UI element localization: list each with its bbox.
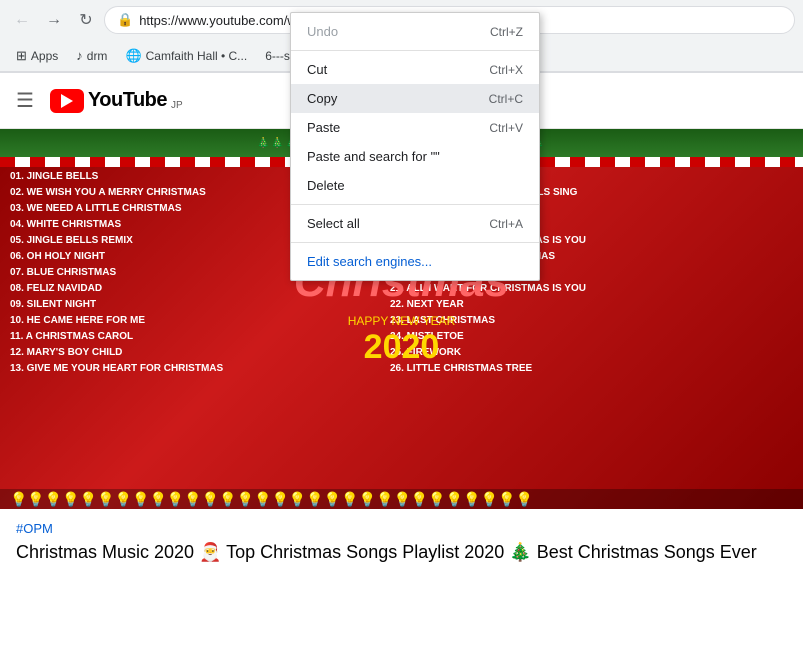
youtube-logo-text: YouTube	[88, 89, 167, 112]
context-menu-divider-2	[291, 204, 539, 205]
context-menu: Undo Ctrl+Z Cut Ctrl+X Copy Ctrl+C Paste…	[290, 12, 540, 281]
video-info: #OPM Christmas Music 2020 🎅 Top Christma…	[0, 509, 803, 577]
bookmark-drm[interactable]: ♪ drm	[68, 44, 115, 67]
bookmark-apps-label: Apps	[31, 49, 58, 63]
context-menu-copy[interactable]: Copy Ctrl+C	[291, 84, 539, 113]
lock-icon: 🔒	[117, 12, 133, 28]
track-05: 05. JINGLE BELLS REMIX	[10, 233, 223, 249]
back-button[interactable]: ←	[8, 6, 36, 34]
select-all-label: Select all	[307, 216, 360, 231]
track-12: 12. MARY'S BOY CHILD	[10, 345, 223, 361]
track-03: 03. WE NEED A LITTLE CHRISTMAS	[10, 201, 223, 217]
paste-label: Paste	[307, 120, 340, 135]
bookmark-camfaith[interactable]: 🌐 Camfaith Hall • C...	[117, 44, 255, 68]
bookmark-drm-label: drm	[87, 49, 108, 63]
copy-label: Copy	[307, 91, 337, 106]
undo-shortcut: Ctrl+Z	[490, 25, 523, 39]
forward-button[interactable]: →	[40, 6, 68, 34]
copy-shortcut: Ctrl+C	[489, 92, 523, 106]
video-title: Christmas Music 2020 🎅 Top Christmas Son…	[16, 540, 787, 565]
track-07: 07. BLUE CHRISTMAS	[10, 265, 223, 281]
track-06: 06. OH HOLY NIGHT	[10, 249, 223, 265]
youtube-logo-icon	[50, 89, 84, 113]
undo-label: Undo	[307, 24, 338, 39]
context-menu-edit-search[interactable]: Edit search engines...	[291, 247, 539, 276]
select-all-shortcut: Ctrl+A	[489, 217, 523, 231]
music-icon: ♪	[76, 48, 83, 63]
edit-search-label: Edit search engines...	[307, 254, 432, 269]
track-02: 02. WE WISH YOU A MERRY CHRISTMAS	[10, 185, 223, 201]
bookmark-apps[interactable]: ⊞ Apps	[8, 44, 66, 68]
context-menu-divider-1	[291, 50, 539, 51]
track-list-left: 01. JINGLE BELLS 02. WE WISH YOU A MERRY…	[10, 169, 223, 377]
context-menu-divider-3	[291, 242, 539, 243]
context-menu-delete[interactable]: Delete	[291, 171, 539, 200]
bookmark-camfaith-label: Camfaith Hall • C...	[146, 49, 248, 63]
paste-shortcut: Ctrl+V	[489, 121, 523, 135]
track-13: 13. GIVE ME YOUR HEART FOR CHRISTMAS	[10, 361, 223, 377]
cut-label: Cut	[307, 62, 327, 77]
video-tag[interactable]: #OPM	[16, 521, 787, 536]
track-09: 09. SILENT NIGHT	[10, 297, 223, 313]
context-menu-paste[interactable]: Paste Ctrl+V	[291, 113, 539, 142]
youtube-logo[interactable]: YouTube JP	[50, 89, 183, 113]
context-menu-select-all[interactable]: Select all Ctrl+A	[291, 209, 539, 238]
delete-label: Delete	[307, 178, 345, 193]
cut-shortcut: Ctrl+X	[489, 63, 523, 77]
context-menu-paste-search[interactable]: Paste and search for ""	[291, 142, 539, 171]
apps-icon: ⊞	[16, 48, 27, 64]
context-menu-cut[interactable]: Cut Ctrl+X	[291, 55, 539, 84]
track-01: 01. JINGLE BELLS	[10, 169, 223, 185]
context-menu-undo[interactable]: Undo Ctrl+Z	[291, 17, 539, 46]
globe-icon-camfaith: 🌐	[125, 48, 141, 64]
reload-button[interactable]: ↻	[72, 6, 100, 34]
track-04: 04. WHITE CHRISTMAS	[10, 217, 223, 233]
menu-icon[interactable]: ☰	[16, 88, 34, 113]
track-10: 10. HE CAME HERE FOR ME	[10, 313, 223, 329]
youtube-logo-suffix: JP	[171, 100, 183, 111]
track-11: 11. A CHRISTMAS CAROL	[10, 329, 223, 345]
track-08: 08. FELIZ NAVIDAD	[10, 281, 223, 297]
paste-search-label: Paste and search for ""	[307, 149, 440, 164]
